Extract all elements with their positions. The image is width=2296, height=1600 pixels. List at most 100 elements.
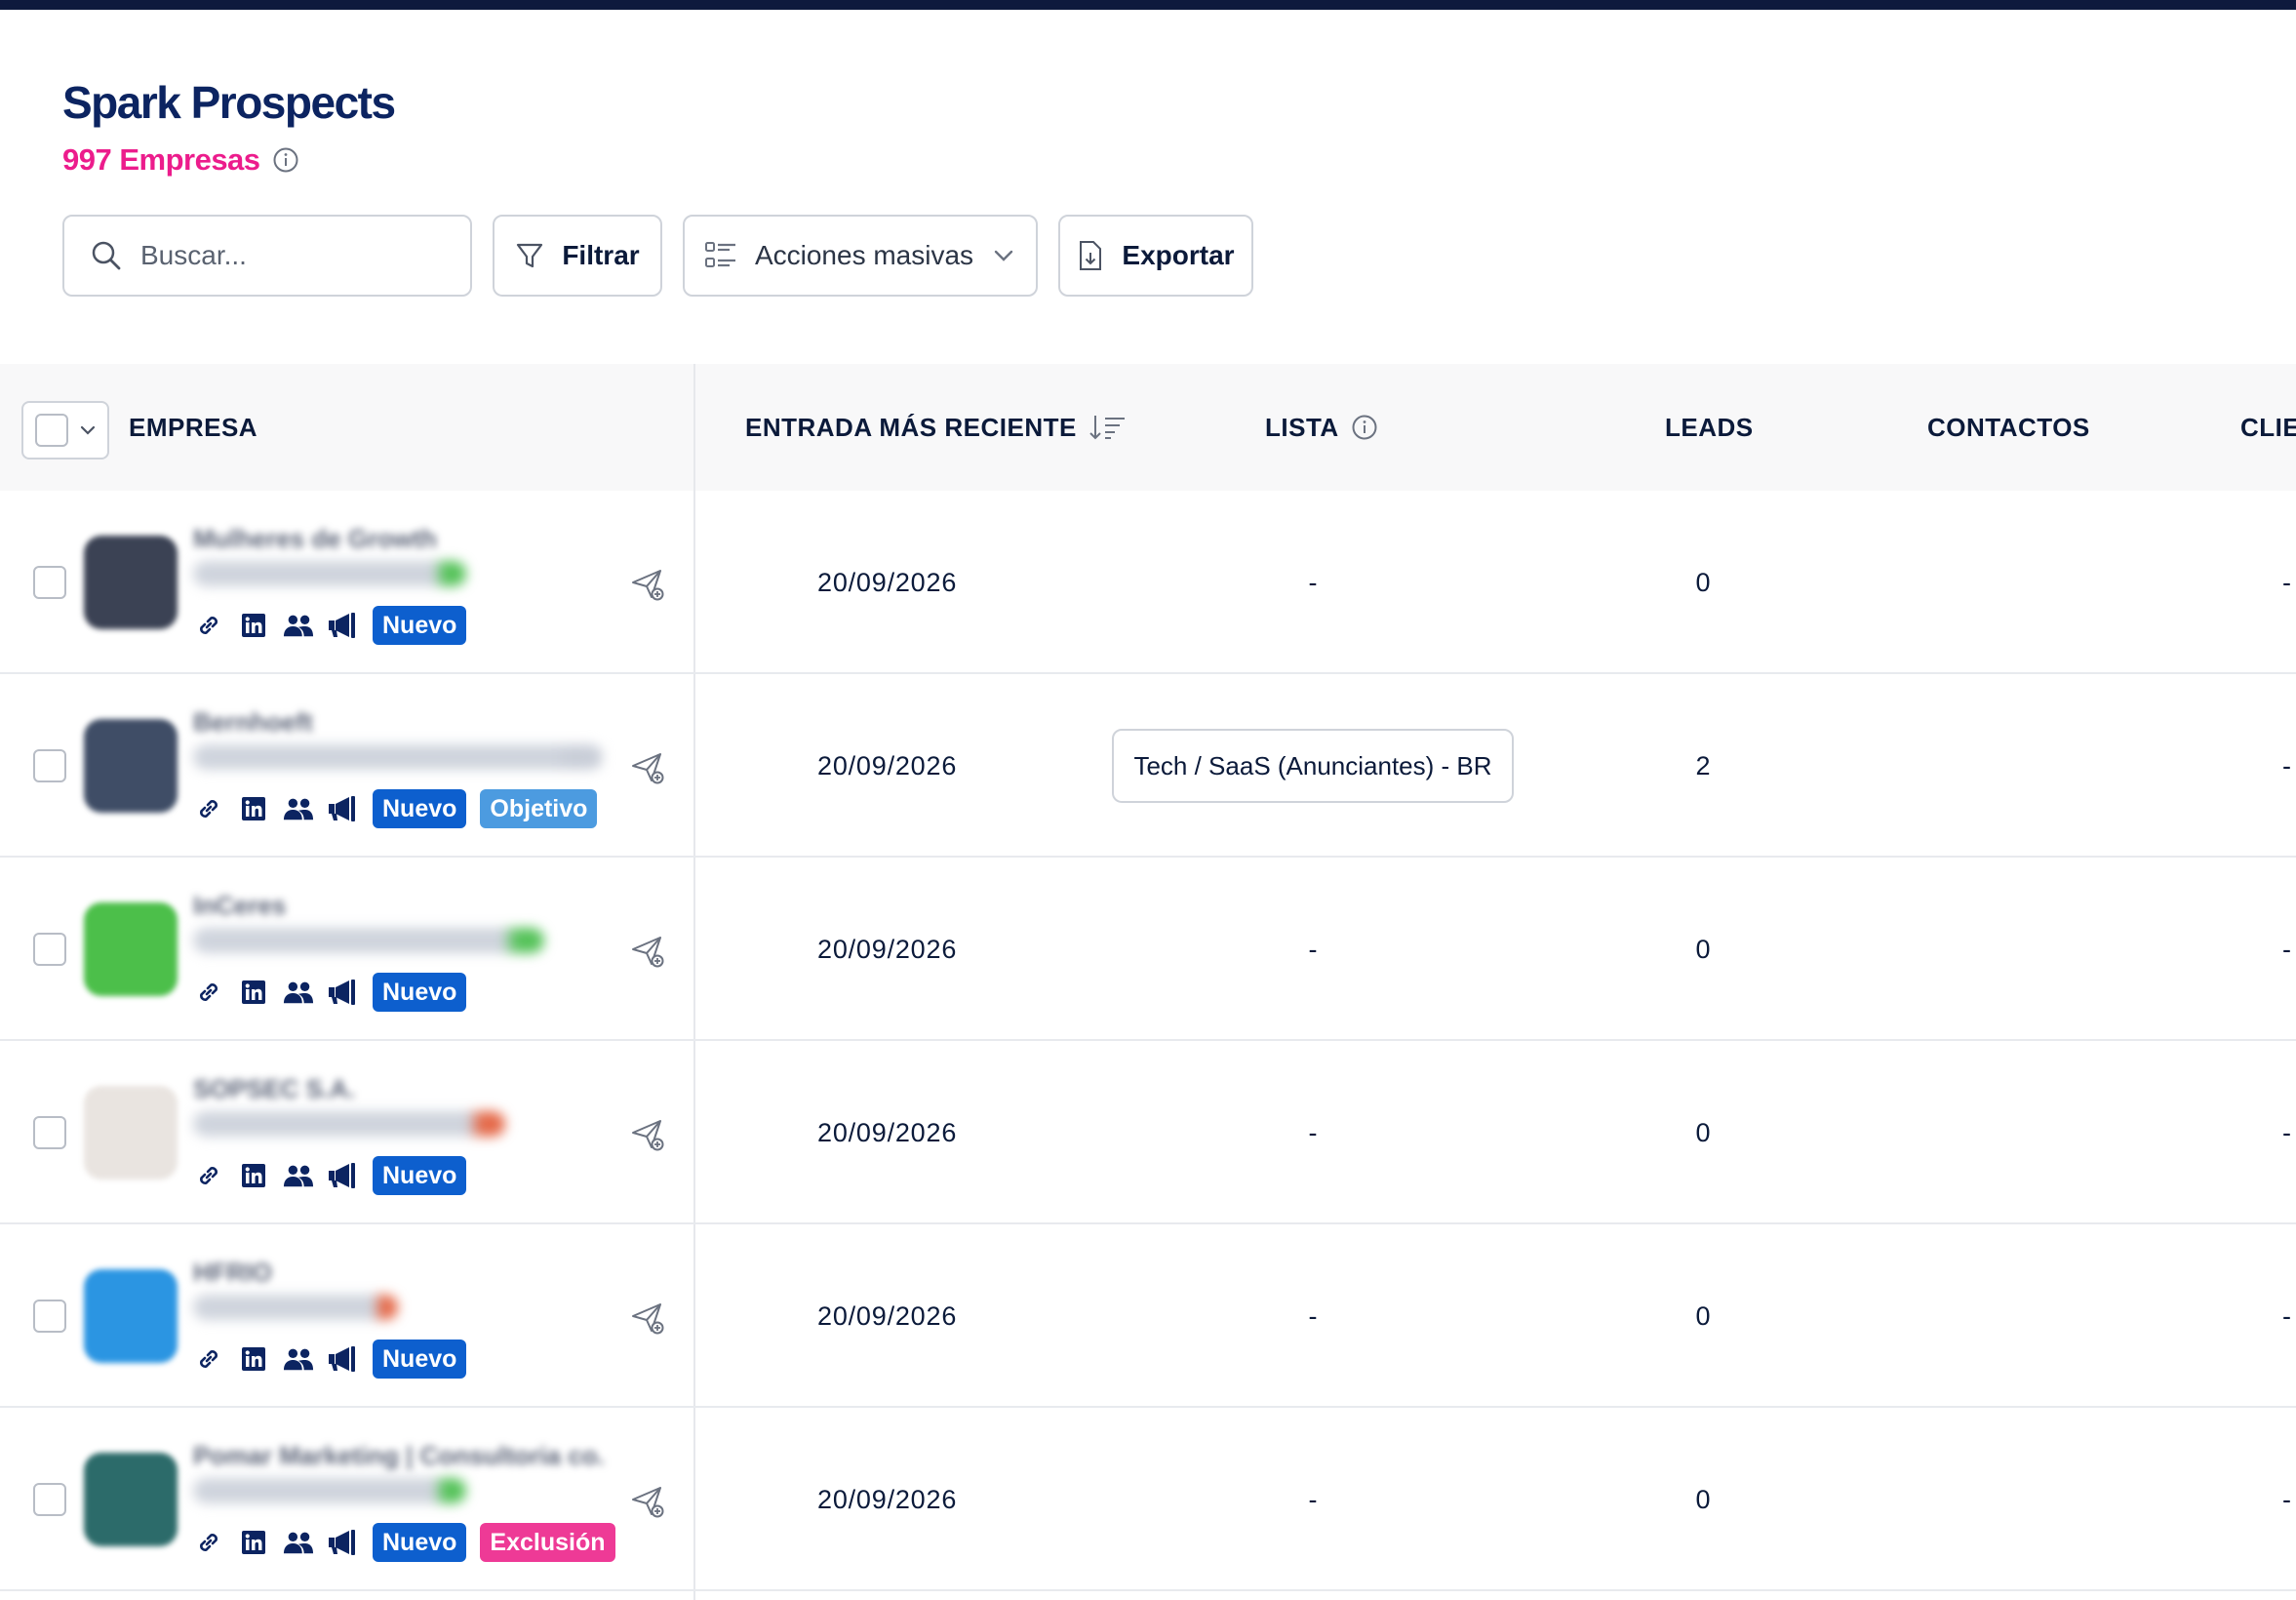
filter-button[interactable]: Filtrar bbox=[493, 215, 662, 297]
table-row[interactable]: Bernhoeft Nuevo Objetivo 20/09/2026 Tech… bbox=[0, 674, 2296, 858]
link-icon[interactable] bbox=[193, 793, 224, 824]
page-title: Spark Prospects bbox=[62, 77, 396, 128]
company-name[interactable]: Mulheres de Growth bbox=[193, 524, 437, 554]
search-input[interactable]: Buscar... bbox=[62, 215, 472, 297]
linkedin-icon[interactable] bbox=[238, 793, 269, 824]
company-logo bbox=[84, 536, 178, 629]
link-icon[interactable] bbox=[193, 977, 224, 1008]
search-icon bbox=[92, 241, 121, 270]
search-placeholder: Buscar... bbox=[140, 240, 247, 270]
send-icon[interactable] bbox=[630, 1300, 665, 1336]
info-icon[interactable] bbox=[272, 146, 299, 174]
sort-desc-icon[interactable] bbox=[1089, 413, 1128, 442]
row-checkbox[interactable] bbox=[33, 1116, 66, 1149]
people-icon[interactable] bbox=[283, 977, 314, 1008]
company-actions: Nuevo bbox=[193, 1156, 467, 1195]
link-icon[interactable] bbox=[193, 1527, 224, 1558]
badge-nuevo: Nuevo bbox=[373, 973, 467, 1012]
column-entrada-label: ENTRADA MÁS RECIENTE bbox=[745, 412, 1077, 442]
company-name[interactable]: SOPSEC S.A. bbox=[193, 1074, 355, 1104]
badge-nuevo: Nuevo bbox=[373, 1340, 467, 1379]
company-name[interactable]: HFRIO bbox=[193, 1258, 272, 1288]
company-name[interactable]: Bernhoeft bbox=[193, 707, 313, 738]
company-name[interactable]: InCeres bbox=[193, 891, 286, 921]
column-lista[interactable]: LISTA bbox=[1265, 364, 1378, 491]
send-icon[interactable] bbox=[630, 1117, 665, 1152]
people-icon[interactable] bbox=[283, 610, 314, 641]
megaphone-icon[interactable] bbox=[328, 793, 359, 824]
badge-objetivo: Objetivo bbox=[480, 789, 598, 828]
megaphone-icon[interactable] bbox=[328, 1160, 359, 1191]
link-icon[interactable] bbox=[193, 610, 224, 641]
row-checkbox[interactable] bbox=[33, 933, 66, 966]
company-subtitle bbox=[193, 744, 603, 770]
table-row[interactable]: SOPSEC S.A. Nuevo 20/09/2026 - 0 - bbox=[0, 1041, 2296, 1224]
people-icon[interactable] bbox=[283, 793, 314, 824]
linkedin-icon[interactable] bbox=[238, 1527, 269, 1558]
table-row[interactable]: Mulheres de Growth Nuevo 20/09/2026 - 0 … bbox=[0, 491, 2296, 674]
row-checkbox[interactable] bbox=[33, 566, 66, 599]
linkedin-icon[interactable] bbox=[238, 1160, 269, 1191]
companies-table: EMPRESA ENTRADA MÁS RECIENTE LISTA LEADS… bbox=[0, 364, 2296, 1600]
chevron-down-icon bbox=[80, 425, 96, 435]
badge-nuevo: Nuevo bbox=[373, 606, 467, 645]
table-row[interactable]: Pomar Marketing | Consultoria co... Nuev… bbox=[0, 1408, 2296, 1591]
company-subtitle bbox=[193, 1478, 466, 1503]
export-button[interactable]: Exportar bbox=[1058, 215, 1253, 297]
linkedin-icon[interactable] bbox=[238, 610, 269, 641]
list-value: - bbox=[1308, 567, 1318, 597]
linkedin-icon[interactable] bbox=[238, 977, 269, 1008]
company-count: 997 Empresas bbox=[62, 142, 299, 178]
send-icon[interactable] bbox=[630, 750, 665, 785]
link-icon[interactable] bbox=[193, 1343, 224, 1375]
send-icon[interactable] bbox=[630, 567, 665, 602]
select-all-checkbox[interactable] bbox=[35, 414, 68, 447]
list-chip[interactable]: Tech / SaaS (Anunciantes) - BR bbox=[1112, 729, 1514, 803]
badge-exclusion: Exclusión bbox=[480, 1523, 615, 1562]
megaphone-icon[interactable] bbox=[328, 1527, 359, 1558]
table-row[interactable]: InCeres Nuevo 20/09/2026 - 0 - bbox=[0, 858, 2296, 1041]
company-subtitle bbox=[193, 1111, 505, 1137]
filter-icon bbox=[517, 243, 543, 268]
table-header: EMPRESA ENTRADA MÁS RECIENTE LISTA LEADS… bbox=[0, 364, 2296, 491]
megaphone-icon[interactable] bbox=[328, 1343, 359, 1375]
column-empresa[interactable]: EMPRESA bbox=[129, 364, 257, 491]
company-actions: Nuevo bbox=[193, 973, 467, 1012]
column-leads[interactable]: LEADS bbox=[1665, 364, 1754, 491]
column-lista-label: LISTA bbox=[1265, 412, 1339, 442]
company-actions: Nuevo bbox=[193, 1340, 467, 1379]
bulk-actions-label: Acciones masivas bbox=[754, 240, 974, 270]
bulk-actions-dropdown[interactable]: Acciones masivas bbox=[683, 215, 1038, 297]
linkedin-icon[interactable] bbox=[238, 1343, 269, 1375]
send-icon[interactable] bbox=[630, 1484, 665, 1519]
column-entrada[interactable]: ENTRADA MÁS RECIENTE bbox=[745, 364, 1128, 491]
badge-nuevo: Nuevo bbox=[373, 1523, 467, 1562]
company-actions: Nuevo Objetivo bbox=[193, 789, 598, 828]
entry-date: 20/09/2026 bbox=[817, 567, 958, 597]
megaphone-icon[interactable] bbox=[328, 610, 359, 641]
filter-label: Filtrar bbox=[562, 240, 640, 270]
list-value: - bbox=[1308, 1300, 1318, 1331]
company-logo bbox=[84, 1086, 178, 1180]
column-clientes[interactable]: CLIE bbox=[2240, 364, 2296, 491]
column-contactos[interactable]: CONTACTOS bbox=[1927, 364, 2090, 491]
select-all-dropdown[interactable] bbox=[21, 401, 109, 460]
row-checkbox[interactable] bbox=[33, 1300, 66, 1333]
megaphone-icon[interactable] bbox=[328, 977, 359, 1008]
company-subtitle bbox=[193, 561, 466, 586]
badge-nuevo: Nuevo bbox=[373, 1156, 467, 1195]
entry-date: 20/09/2026 bbox=[817, 1300, 958, 1331]
info-icon[interactable] bbox=[1351, 414, 1378, 441]
list-value: - bbox=[1308, 1484, 1318, 1514]
people-icon[interactable] bbox=[283, 1343, 314, 1375]
link-icon[interactable] bbox=[193, 1160, 224, 1191]
table-row[interactable]: HFRIO Nuevo 20/09/2026 - 0 - bbox=[0, 1224, 2296, 1408]
row-checkbox[interactable] bbox=[33, 1483, 66, 1516]
clients-value: - bbox=[2282, 1484, 2291, 1514]
people-icon[interactable] bbox=[283, 1527, 314, 1558]
company-name[interactable]: Pomar Marketing | Consultoria co... bbox=[193, 1441, 603, 1471]
row-checkbox[interactable] bbox=[33, 749, 66, 782]
company-logo bbox=[84, 719, 178, 813]
people-icon[interactable] bbox=[283, 1160, 314, 1191]
send-icon[interactable] bbox=[630, 934, 665, 969]
